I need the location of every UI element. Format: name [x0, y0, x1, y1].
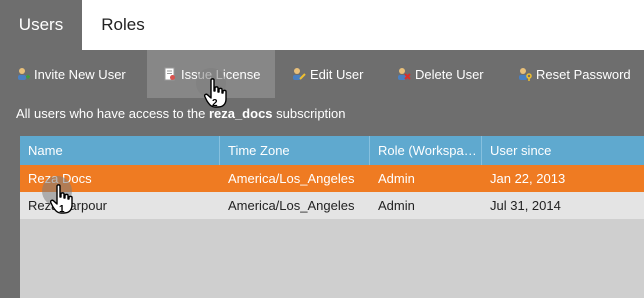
delete-label: Delete User	[415, 66, 484, 82]
table-header: Name Time Zone Role (Workspa… User since	[20, 136, 644, 165]
license-icon	[164, 67, 175, 81]
invite-new-user-button[interactable]: Invite New User	[16, 50, 126, 98]
column-header-timezone[interactable]: Time Zone	[220, 136, 370, 165]
click-cursor-step-1: 1	[42, 176, 84, 216]
step-number: 2	[212, 98, 218, 109]
tab-users[interactable]: Users	[0, 0, 82, 50]
subscription-name: reza_docs	[208, 106, 273, 121]
cell-user-since: Jul 31, 2014	[490, 198, 561, 213]
column-header-name[interactable]: Name	[20, 136, 220, 165]
edit-user-button[interactable]: Edit User	[292, 50, 363, 98]
cell-role: Admin	[378, 171, 415, 186]
info-suffix: subscription	[272, 106, 346, 121]
info-prefix: All users who have access to the	[16, 106, 209, 121]
cell-timezone: America/Los_Angeles	[228, 198, 355, 213]
cell-user-since: Jan 22, 2013	[490, 171, 566, 186]
table-row[interactable]: Reza Yarpour America/Los_Angeles Admin J…	[20, 192, 644, 219]
cell-role: Admin	[378, 198, 415, 213]
step-number: 1	[59, 204, 65, 215]
reset-password-icon	[519, 68, 532, 81]
tab-roles[interactable]: Roles	[82, 0, 164, 50]
reset-label: Reset Password	[536, 66, 631, 82]
subscription-info: All users who have access to the reza_do…	[16, 106, 346, 121]
column-header-user-since[interactable]: User since	[482, 136, 644, 165]
users-table: Name Time Zone Role (Workspa… User since…	[20, 136, 644, 298]
toolbar: Invite New User Issue License Edit User …	[0, 50, 644, 98]
click-cursor-step-2: 2	[196, 68, 238, 109]
tab-bar: Users Roles	[0, 0, 644, 50]
delete-user-icon	[398, 68, 411, 80]
edit-user-icon	[293, 68, 306, 80]
add-user-icon	[18, 68, 30, 80]
edit-label: Edit User	[310, 66, 364, 82]
invite-label: Invite New User	[34, 66, 126, 82]
reset-password-button[interactable]: Reset Password	[518, 50, 631, 98]
column-header-role[interactable]: Role (Workspa…	[370, 136, 482, 165]
cell-timezone: America/Los_Angeles	[228, 171, 355, 186]
table-row[interactable]: Reza Docs America/Los_Angeles Admin Jan …	[20, 165, 644, 192]
delete-user-button[interactable]: Delete User	[397, 50, 484, 98]
